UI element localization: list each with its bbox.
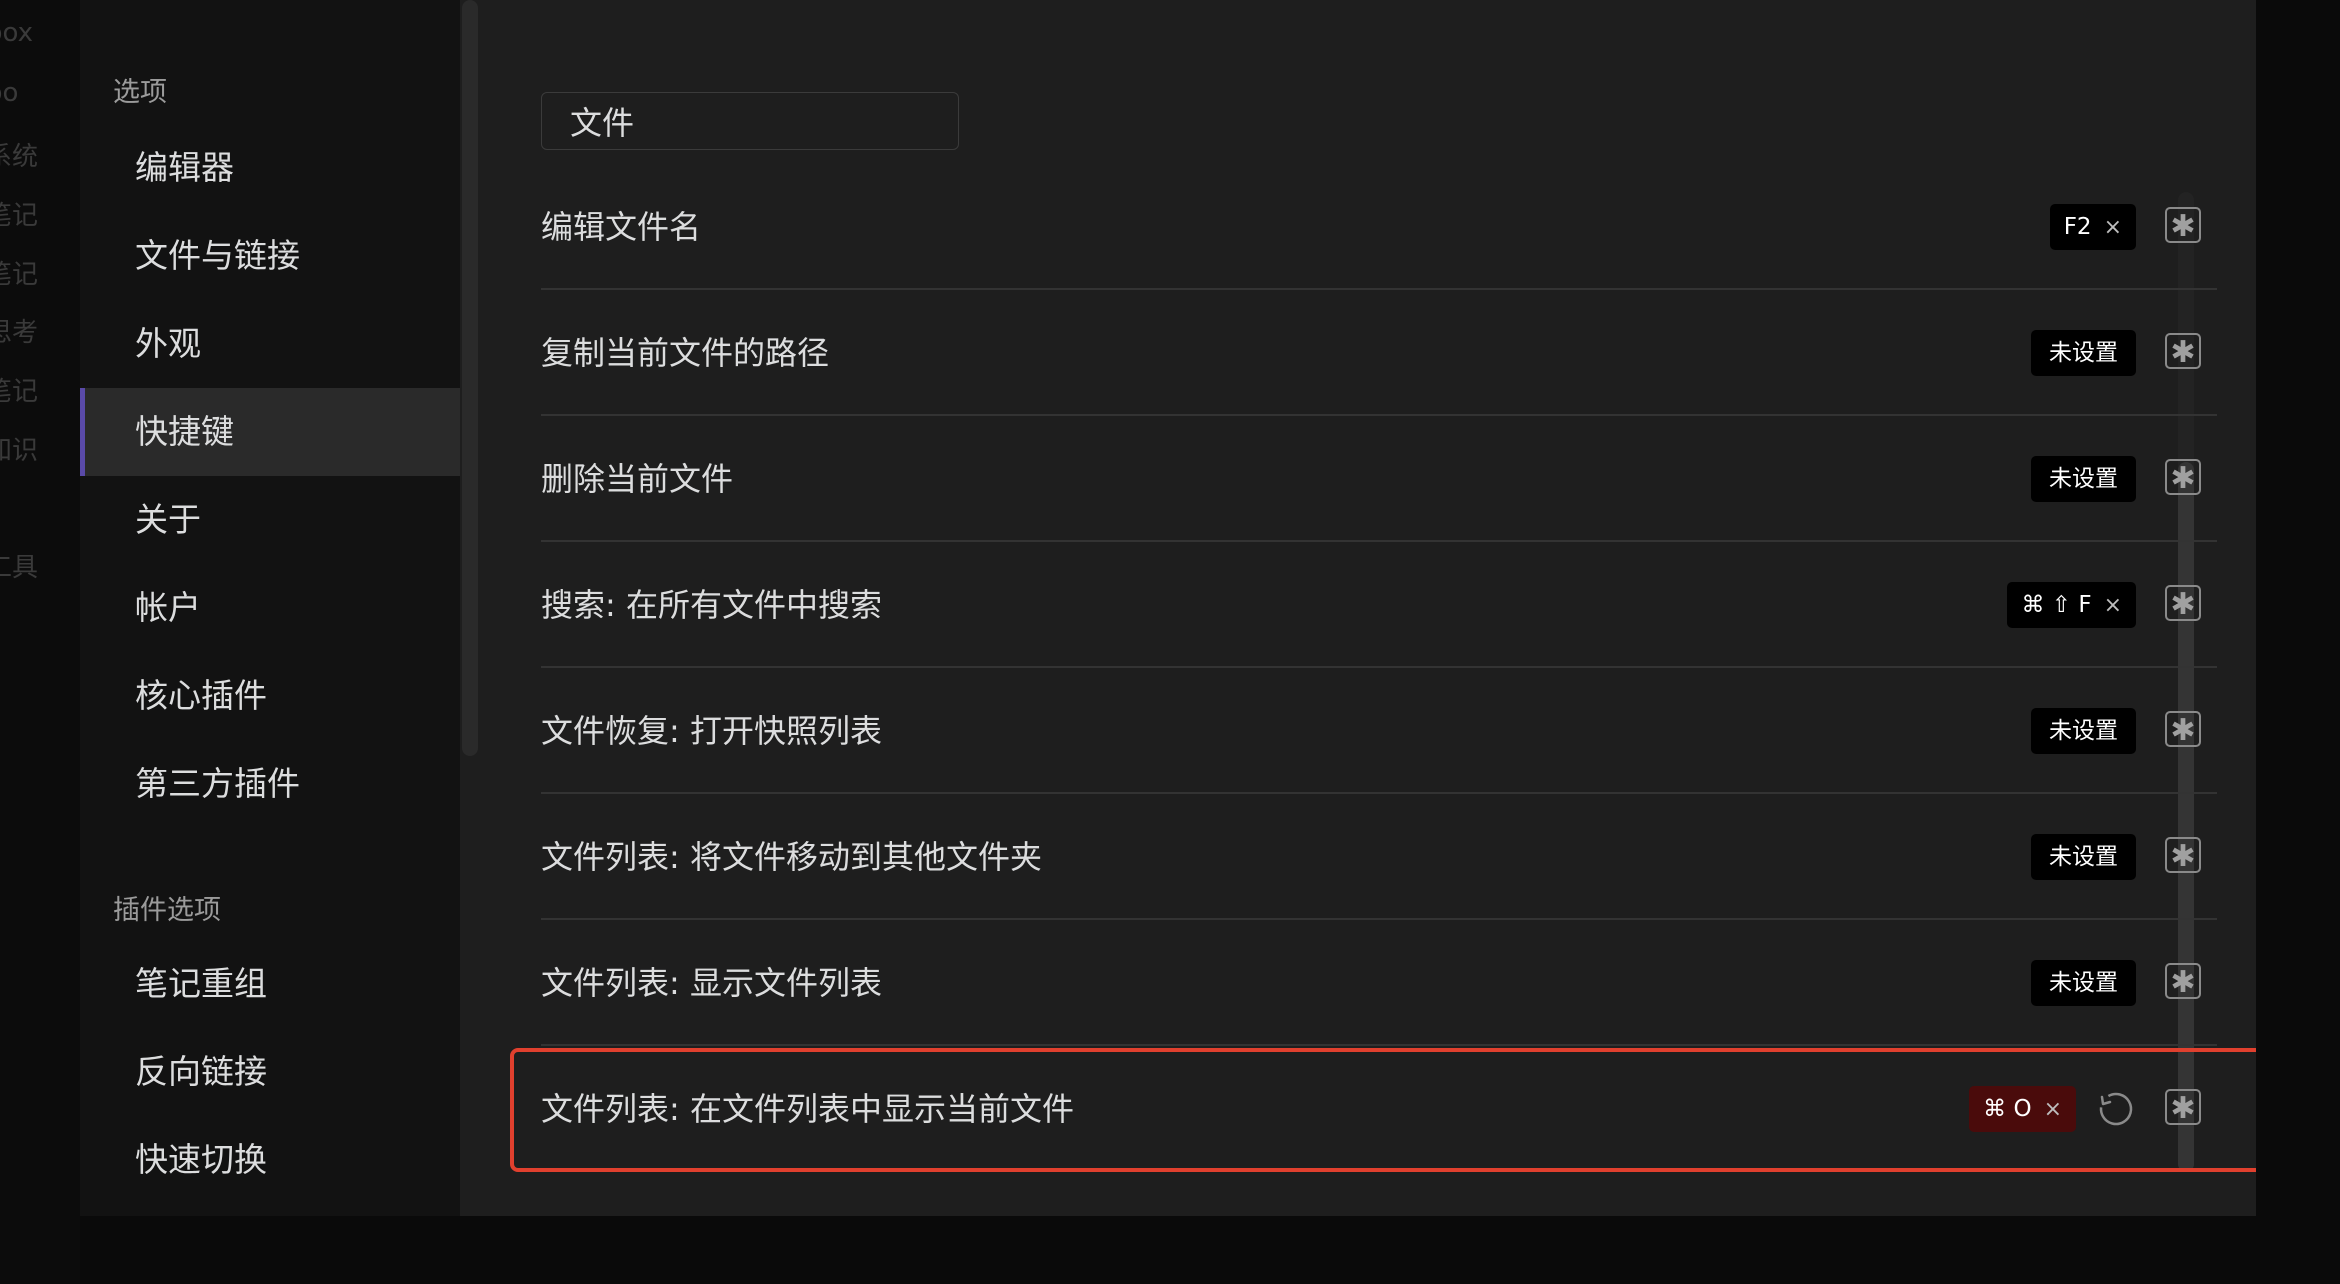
hotkey-row: 复制当前文件的路径 未设置 ✱ <box>541 290 2217 416</box>
sidebar-item-backlinks[interactable]: 反向链接 <box>80 1028 460 1116</box>
hotkey-key-label: F2 <box>2063 214 2092 240</box>
hotkey-command-name: 编辑文件名 <box>541 208 702 246</box>
bg-item: 思考 <box>0 318 39 348</box>
sidebar-item-appearance[interactable]: 外观 <box>80 300 460 388</box>
bg-item: 工具 <box>0 553 39 583</box>
hotkey-search-input[interactable] <box>541 92 959 150</box>
hotkey-key-badge: F2 × <box>2049 204 2136 250</box>
hotkey-key-badge: ⌘ ⇧ F × <box>2007 582 2136 628</box>
hotkey-command-name: 搜索: 在所有文件中搜索 <box>541 586 882 624</box>
add-hotkey-button[interactable]: ✱ <box>2165 585 2201 622</box>
plugin-options-heading: 插件选项 <box>113 895 221 926</box>
bg-item: po <box>0 78 19 108</box>
add-hotkey-button[interactable]: ✱ <box>2165 333 2201 370</box>
bg-item: 笔记 <box>0 260 39 290</box>
sidebar-item-quick-switcher[interactable]: 快速切换 <box>80 1116 460 1204</box>
hotkey-row: 搜索: 在所有文件中搜索 ⌘ ⇧ F × ✱ <box>541 542 2217 668</box>
hotkey-key-label: 未设置 <box>2049 340 2118 366</box>
sidebar-item-editor[interactable]: 编辑器 <box>80 124 460 212</box>
remove-hotkey-icon[interactable]: × <box>2044 1097 2062 1122</box>
hotkey-key-badge: 未设置 <box>2031 834 2136 880</box>
hotkey-key-label: 未设置 <box>2049 466 2118 492</box>
hotkey-key-badge: 未设置 <box>2031 456 2136 502</box>
hotkey-command-name: 文件恢复: 打开快照列表 <box>541 712 882 750</box>
sidebar-item-community-plugins[interactable]: 第三方插件 <box>80 740 460 828</box>
hotkey-key-badge: 未设置 <box>2031 330 2136 376</box>
hotkey-command-name: 删除当前文件 <box>541 460 734 498</box>
bg-item: 笔记 <box>0 201 39 231</box>
sidebar-item-note-refactor[interactable]: 笔记重组 <box>80 940 460 1028</box>
bg-item: 知识 <box>0 436 39 466</box>
add-hotkey-button[interactable]: ✱ <box>2165 1089 2201 1126</box>
hotkey-row: 文件列表: 显示文件列表 未设置 ✱ <box>541 920 2217 1046</box>
background-app-sidebar: box po 系统 笔记 笔记 思考 笔记 知识 工具 a <box>0 0 80 1284</box>
sidebar-item-account[interactable]: 帐户 <box>80 564 460 652</box>
add-hotkey-button[interactable]: ✱ <box>2165 963 2201 1000</box>
hotkey-command-name: 文件列表: 在文件列表中显示当前文件 <box>541 1090 1074 1128</box>
bg-item: 系统 <box>0 142 39 172</box>
add-hotkey-button[interactable]: ✱ <box>2165 837 2201 874</box>
bg-item: a <box>0 664 2 694</box>
bg-item: box <box>0 18 33 48</box>
add-hotkey-button[interactable]: ✱ <box>2165 459 2201 496</box>
hotkey-key-badge-conflict: ⌘ O × <box>1969 1086 2076 1132</box>
sidebar-item-files-links[interactable]: 文件与链接 <box>80 212 460 300</box>
bg-item: 笔记 <box>0 377 39 407</box>
hotkey-key-badge: 未设置 <box>2031 708 2136 754</box>
hotkey-key-badge: 未设置 <box>2031 960 2136 1006</box>
hotkey-command-name: 复制当前文件的路径 <box>541 334 830 372</box>
hotkey-key-label: 未设置 <box>2049 718 2118 744</box>
sidebar-scrollbar[interactable] <box>462 0 478 756</box>
settings-modal: 选项 编辑器 文件与链接 外观 快捷键 关于 帐户 核心插件 第三方插件 插件选… <box>80 0 2256 1216</box>
options-heading: 选项 <box>113 77 167 108</box>
remove-hotkey-icon[interactable]: × <box>2104 215 2122 240</box>
sidebar-item-hotkeys[interactable]: 快捷键 <box>80 388 460 476</box>
remove-hotkey-icon[interactable]: × <box>2104 593 2122 618</box>
hotkey-key-label: ⌘ ⇧ F <box>2021 592 2092 618</box>
sidebar-item-core-plugins[interactable]: 核心插件 <box>80 652 460 740</box>
hotkey-row: 文件列表: 将文件移动到其他文件夹 未设置 ✱ <box>541 794 2217 920</box>
sidebar-item-about[interactable]: 关于 <box>80 476 460 564</box>
hotkey-row-highlighted: 文件列表: 在文件列表中显示当前文件 ⌘ O × ✱ <box>541 1046 2217 1172</box>
hotkey-key-label: 未设置 <box>2049 970 2118 996</box>
hotkey-key-label: ⌘ O <box>1983 1096 2032 1122</box>
add-hotkey-button[interactable]: ✱ <box>2165 711 2201 748</box>
hotkey-command-name: 文件列表: 将文件移动到其他文件夹 <box>541 838 1042 876</box>
hotkey-row: 文件恢复: 打开快照列表 未设置 ✱ <box>541 668 2217 794</box>
hotkey-row: 编辑文件名 F2 × ✱ <box>541 164 2217 290</box>
settings-sidebar: 选项 编辑器 文件与链接 外观 快捷键 关于 帐户 核心插件 第三方插件 插件选… <box>80 0 460 1216</box>
hotkey-row: 删除当前文件 未设置 ✱ <box>541 416 2217 542</box>
hotkey-key-label: 未设置 <box>2049 844 2118 870</box>
hotkey-command-name: 文件列表: 显示文件列表 <box>541 964 882 1002</box>
restore-default-icon[interactable] <box>2096 1089 2136 1129</box>
add-hotkey-button[interactable]: ✱ <box>2165 207 2201 244</box>
